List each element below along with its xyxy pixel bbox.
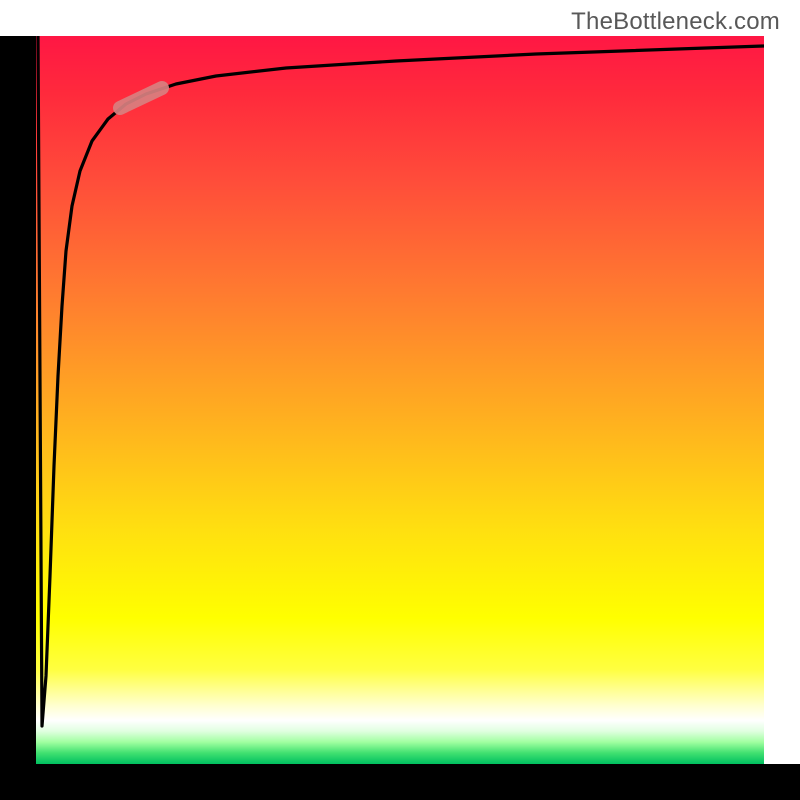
bottleneck-curve: [38, 36, 764, 726]
axis-corner-blank: [0, 0, 36, 36]
curve-layer: [36, 36, 764, 764]
highlight-marker: [120, 88, 162, 108]
y-axis: [0, 36, 36, 764]
bottleneck-chart: TheBottleneck.com: [0, 0, 800, 800]
attribution-label: TheBottleneck.com: [571, 8, 780, 36]
plot-area: [36, 36, 764, 764]
x-axis: [0, 764, 800, 800]
